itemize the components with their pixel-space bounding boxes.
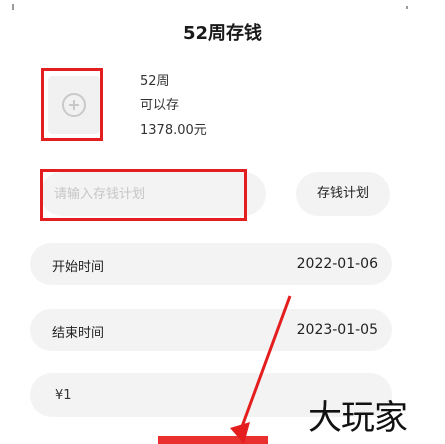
saving-plan-button[interactable]: 存钱计划 (296, 172, 390, 216)
corner-mark-right (406, 6, 408, 9)
watermark-logo: 大玩家 (308, 398, 408, 438)
page-title: 52周存钱 (182, 23, 263, 44)
start-date-value[interactable]: 2022-01-06 (297, 256, 378, 272)
end-date-value[interactable]: 2023-01-05 (297, 322, 378, 338)
amount-value: ¥1 (55, 388, 72, 403)
annotation-box-input (40, 169, 247, 221)
annotation-box-image (41, 68, 103, 141)
plan-status: 可以存 (140, 98, 180, 113)
submit-button-partial[interactable] (158, 436, 268, 444)
start-date-label: 开始时间 (52, 260, 105, 275)
plan-weeks: 52周 (140, 74, 170, 89)
end-date-label: 结束时间 (52, 326, 105, 341)
corner-mark-left (12, 4, 14, 10)
plan-amount: 1378.00元 (140, 123, 207, 138)
